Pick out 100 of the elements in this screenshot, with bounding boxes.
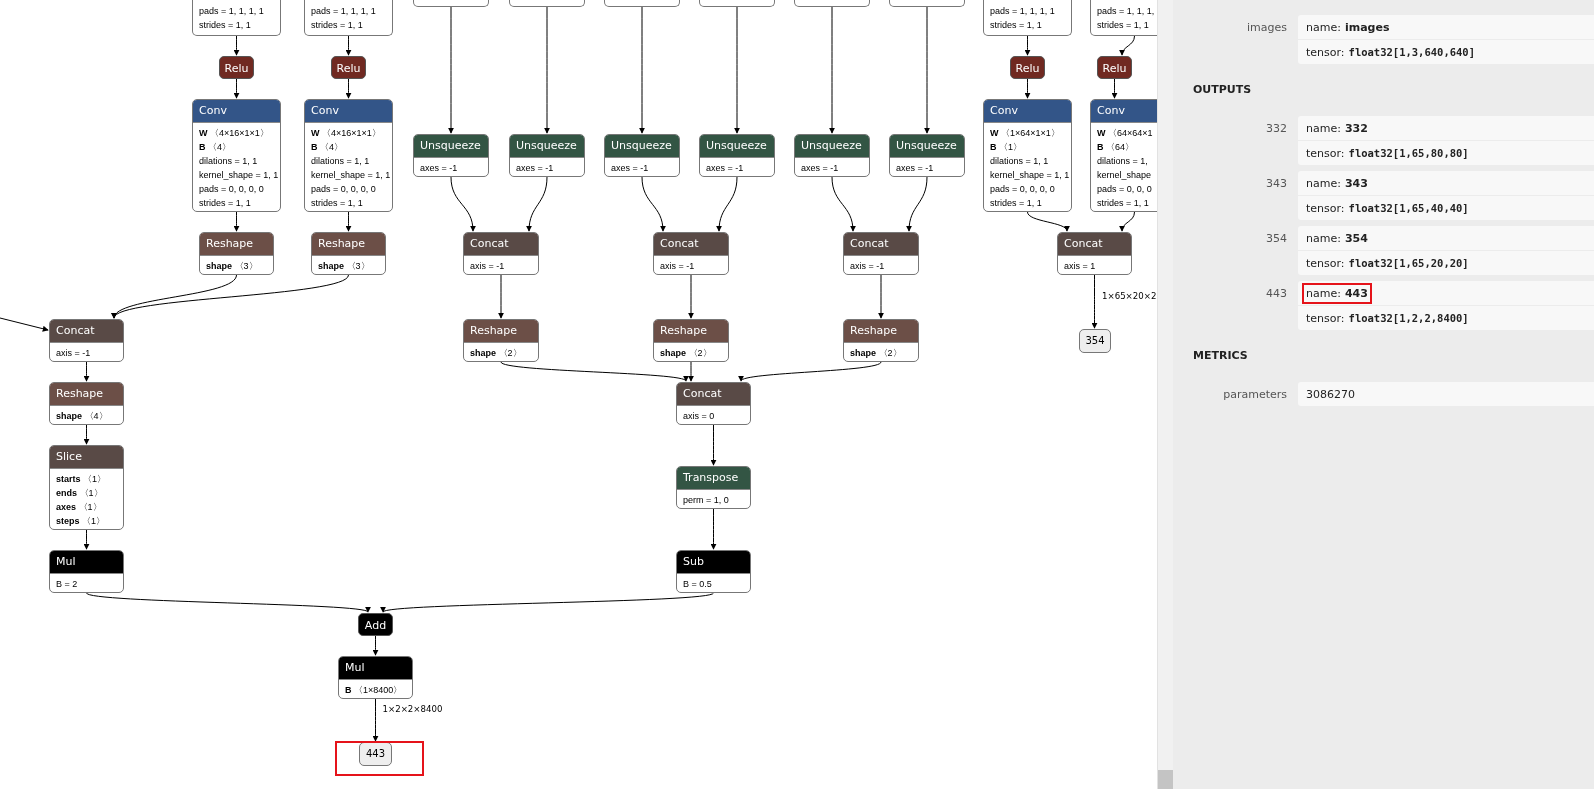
graph-node[interactable]: Transpose perm = 1, 0	[676, 466, 751, 509]
node-title: Unsqueeze	[890, 135, 964, 157]
graph-node[interactable]: Reshape shape 〈4〉	[49, 382, 124, 425]
graph-node[interactable]: Relu	[331, 56, 366, 79]
graph-node[interactable]: Unsqueeze axes = -1	[889, 134, 965, 177]
graph-node[interactable]: Reshape shape 〈3〉	[199, 232, 274, 275]
graph-node[interactable]: Relu	[1010, 56, 1045, 79]
node-attribute: pads = 0, 0, 0, 0	[990, 183, 1056, 196]
node-attribute: axes 〈1〉	[56, 501, 103, 514]
edge-arrow	[688, 274, 694, 319]
property-key: tensor:	[1306, 256, 1345, 270]
edge-arrow	[83, 361, 90, 382]
graph-node[interactable]: Reshape shape 〈2〉	[653, 319, 729, 362]
node-attribute: pads = 1, 1, 1, 1	[199, 5, 265, 18]
graph-node[interactable]: Mul B = 2	[49, 550, 124, 593]
node-attribute: pads = 0, 0, 0, 0	[311, 183, 377, 196]
node-attribute: W 〈1×64×1×1〉	[990, 127, 1061, 140]
property-key: name:	[1306, 20, 1341, 34]
edge-arrow	[878, 274, 884, 319]
node-attribute: strides = 1, 1	[311, 19, 364, 32]
node-title: Reshape	[312, 233, 385, 255]
node-attribute: kernel_shape	[1097, 169, 1153, 182]
edge-arrow	[1027, 211, 1068, 232]
node-title: Conv	[1091, 100, 1157, 122]
node-attribute: shape 〈2〉	[470, 347, 523, 360]
graph-node[interactable]: Reshape shape 〈2〉	[843, 319, 919, 362]
property-key: name:	[1306, 176, 1341, 190]
graph-node[interactable]: Unsqueeze axes = -1	[413, 134, 489, 177]
property-key: tensor:	[1306, 45, 1345, 59]
node-title: Slice	[50, 446, 123, 468]
node-attribute: dilations = 1, 1	[990, 155, 1050, 168]
property-value: 443	[1344, 286, 1368, 300]
graph-node[interactable]: pads = 1, 1, 1, 1 strides = 1, 1	[983, 0, 1072, 36]
node-attribute: shape 〈4〉	[56, 410, 109, 423]
node-attribute: pads = 0, 0, 0, 0	[199, 183, 265, 196]
node-title: Conv	[984, 100, 1071, 122]
graph-node[interactable]: Concat axis = -1	[843, 232, 919, 275]
scrollbar-thumb[interactable]	[1158, 770, 1173, 789]
graph-node[interactable]: Unsqueeze axes = -1	[604, 134, 680, 177]
node-title: Conv	[193, 100, 280, 122]
node-attribute: strides = 1, 1	[199, 19, 252, 32]
node-attribute: axes = -1	[801, 162, 840, 175]
node-attribute: dilations = 1,	[1097, 155, 1149, 168]
edge-arrow	[831, 176, 856, 232]
graph-node[interactable]: pads = 1, 1, 1, strides = 1, 1	[1090, 0, 1157, 36]
graph-node[interactable]: Concat axis = -1	[653, 232, 729, 275]
edge-arrow	[1119, 211, 1135, 232]
node-attribute: pads = 1, 1, 1,	[1097, 5, 1156, 18]
graph-node[interactable]: Unsqueeze axes = -1	[699, 134, 775, 177]
edge-arrow	[498, 274, 504, 319]
graph-node[interactable]: Concat axis = -1	[463, 232, 539, 275]
graph-node[interactable]: Conv W 〈1×64×1×1〉 B 〈1〉 dilations = 1, 1 kernel_shape = 1, 1 pads = 0, 0, 0, 0 strides = 1, 1	[983, 99, 1072, 212]
graph-node[interactable]: Reshape shape 〈3〉	[311, 232, 386, 275]
graph-node[interactable]: Add	[358, 613, 393, 636]
output-node[interactable]: 354	[1079, 329, 1111, 353]
output-node[interactable]: 443	[359, 742, 392, 766]
edge-arrow	[345, 35, 352, 56]
edge-arrow	[233, 78, 240, 99]
graph-node[interactable]: Slice starts 〈1〉 ends 〈1〉 axes 〈1〉 steps 〈1〉	[49, 445, 124, 530]
node-attribute: dilations = 1, 1	[199, 155, 259, 168]
node-attribute: shape 〈2〉	[850, 347, 903, 360]
graph-node[interactable]: Concat axis = 0	[676, 382, 751, 425]
node-title: Unsqueeze	[605, 135, 679, 157]
graph-node[interactable]: Concat axis = 1	[1057, 232, 1132, 275]
graph-node[interactable]: Unsqueeze axes = -1	[794, 134, 870, 177]
graph-node[interactable]: Sub B = 0.5	[676, 550, 751, 593]
edge-arrow	[450, 176, 476, 232]
node-title: Concat	[654, 233, 728, 255]
node-title: Sub	[677, 551, 750, 573]
property-key: tensor:	[1306, 201, 1345, 215]
scrollbar[interactable]	[1157, 0, 1173, 789]
graph-node[interactable]: pads = 1, 1, 1, 1 strides = 1, 1	[192, 0, 281, 36]
node-attribute: shape 〈2〉	[660, 347, 713, 360]
edge-arrow	[641, 176, 666, 232]
graph-node[interactable]: Concat axis = -1	[49, 319, 124, 362]
graph-node[interactable]: Mul B 〈1×8400〉	[338, 656, 413, 699]
graph-node[interactable]: Conv W 〈4×16×1×1〉 B 〈4〉 dilations = 1, 1 kernel_shape = 1, 1 pads = 0, 0, 0, 0 strides = 1, 1	[304, 99, 393, 212]
property-label: 332	[1265, 121, 1287, 137]
node-attribute: shape 〈3〉	[206, 260, 259, 273]
edge-arrow	[233, 35, 240, 56]
graph-node[interactable]: Conv W 〈4×16×1×1〉 B 〈4〉 dilations = 1, 1 kernel_shape = 1, 1 pads = 0, 0, 0, 0 strides = 1, 1	[192, 99, 281, 212]
edge-arrow	[716, 176, 738, 232]
node-attribute: steps 〈1〉	[56, 515, 107, 528]
property-value: float32[1,65,80,80]	[1348, 146, 1469, 160]
node-attribute: axis = -1	[850, 260, 886, 273]
graph-node[interactable]: Conv W 〈64×64×1 B 〈64〉 dilations = 1, kernel_shape pads = 0, 0, 0 strides = 1, 1	[1090, 99, 1157, 212]
edge-arrow	[372, 635, 379, 656]
node-title: Mul	[339, 657, 412, 679]
property-key: tensor:	[1306, 146, 1345, 160]
graph-node[interactable]: Relu	[219, 56, 254, 79]
node-title: Reshape	[654, 320, 728, 342]
node-attribute: pads = 0, 0, 0	[1097, 183, 1153, 196]
graph-node[interactable]: Reshape shape 〈2〉	[463, 319, 539, 362]
graph-node[interactable]: Relu	[1097, 56, 1132, 79]
node-title: Concat	[844, 233, 918, 255]
node-attribute: axes = -1	[516, 162, 555, 175]
edge-arrow	[710, 508, 717, 550]
section-heading: OUTPUTS	[1193, 82, 1253, 98]
graph-node[interactable]: pads = 1, 1, 1, 1 strides = 1, 1	[304, 0, 393, 36]
graph-node[interactable]: Unsqueeze axes = -1	[509, 134, 585, 177]
